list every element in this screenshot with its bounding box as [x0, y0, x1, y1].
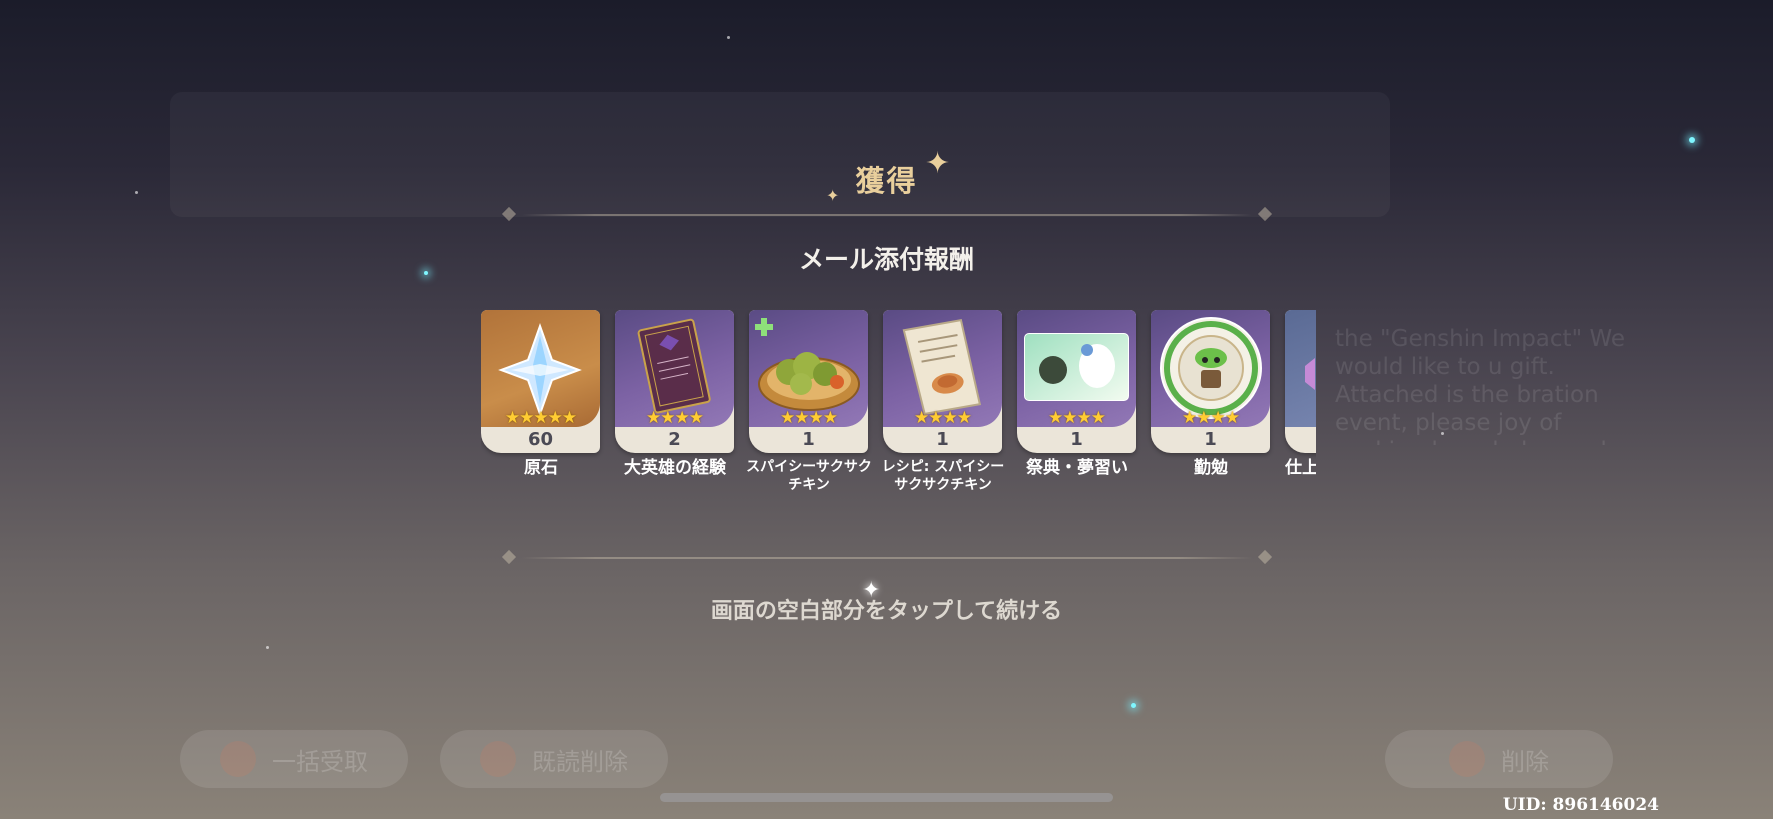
- reward-item-recipe[interactable]: ★★★★ 1 レシピ: スパイシーサクサクチキン: [882, 310, 1004, 494]
- reward-item-primogem[interactable]: ★★★★★ 60 原石: [481, 310, 600, 478]
- sparkle: [1131, 703, 1136, 708]
- item-card: ★★★★★ 60: [481, 310, 600, 453]
- item-count: 60: [527, 429, 554, 450]
- reward-item-heros-wit[interactable]: ★★★★ 2 大英雄の経験: [615, 310, 734, 478]
- item-card: ★★★★: [1285, 310, 1316, 453]
- dialog-title: 獲得: [855, 164, 918, 198]
- tap-to-continue-hint[interactable]: 画面の空白部分をタップして続ける: [0, 593, 1773, 625]
- reward-item-list[interactable]: ★★★★★ 60 原石 ★★★★ 2 大英雄の経験 ★★★★ 1 スパイシーサク…: [481, 310, 1316, 502]
- delete-read-icon: [480, 741, 516, 777]
- reward-item-spicy-chicken[interactable]: ★★★★ 1 スパイシーサクサクチキン: [746, 310, 872, 494]
- uid-label: UID: 896146024: [1502, 795, 1659, 815]
- reward-item-partial[interactable]: ★★★★ 仕上: [1285, 310, 1316, 478]
- rarity-stars: ★★★★: [780, 408, 838, 428]
- divider-top: [498, 206, 1276, 222]
- delete-icon: [1449, 741, 1485, 777]
- claim-icon: [220, 741, 256, 777]
- sparkle: [1689, 137, 1695, 143]
- rarity-stars: ★★★★: [646, 408, 704, 428]
- item-card: ★★★★ 2: [615, 310, 734, 453]
- claim-all-label: 一括受取: [272, 747, 368, 776]
- delete-button[interactable]: 削除: [1385, 730, 1613, 788]
- rarity-stars: ★★★★: [1182, 408, 1240, 428]
- item-card: ★★★★ 1: [883, 310, 1002, 453]
- item-count: 1: [936, 429, 949, 450]
- item-name: 大英雄の経験: [624, 458, 726, 478]
- reward-item-diligence[interactable]: ★★★★ 1 勤勉: [1151, 310, 1270, 478]
- delete-read-label: 既読削除: [532, 747, 628, 776]
- item-card: ★★★★ 1: [1017, 310, 1136, 453]
- claim-all-button[interactable]: 一括受取: [180, 730, 408, 788]
- item-count: 2: [668, 429, 681, 450]
- item-name: 仕上: [1285, 458, 1316, 478]
- background-mail-text: the "Genshin Impact" We would like to u …: [1335, 326, 1625, 445]
- delete-label: 削除: [1501, 747, 1549, 776]
- sparkle: [727, 36, 730, 39]
- sparkle: [266, 646, 269, 649]
- item-count: 1: [1070, 429, 1083, 450]
- home-indicator[interactable]: [660, 793, 1113, 802]
- item-name: スパイシーサクサクチキン: [746, 459, 872, 493]
- sparkle: [1441, 432, 1444, 435]
- item-count: 1: [1204, 429, 1217, 450]
- item-name: レシピ: スパイシーサクサクチキン: [881, 459, 1005, 493]
- rarity-stars: ★★★★: [1285, 408, 1316, 428]
- delete-read-button[interactable]: 既読削除: [440, 730, 668, 788]
- item-name: 祭典・夢習い: [1026, 458, 1128, 478]
- rarity-stars: ★★★★: [914, 408, 972, 428]
- reward-item-namecard[interactable]: ★★★★ 1 祭典・夢習い: [1017, 310, 1136, 478]
- divider-bottom: [498, 549, 1276, 565]
- item-name: 勤勉: [1194, 458, 1228, 478]
- rarity-stars: ★★★★★: [504, 408, 577, 428]
- dialog-subtitle: メール添付報酬: [798, 245, 974, 274]
- item-name: 原石: [524, 458, 558, 478]
- item-card: ★★★★ 1: [1151, 310, 1270, 453]
- item-card: ★★★★ 1: [749, 310, 868, 453]
- rarity-stars: ★★★★: [1048, 408, 1106, 428]
- item-count: 1: [802, 429, 815, 450]
